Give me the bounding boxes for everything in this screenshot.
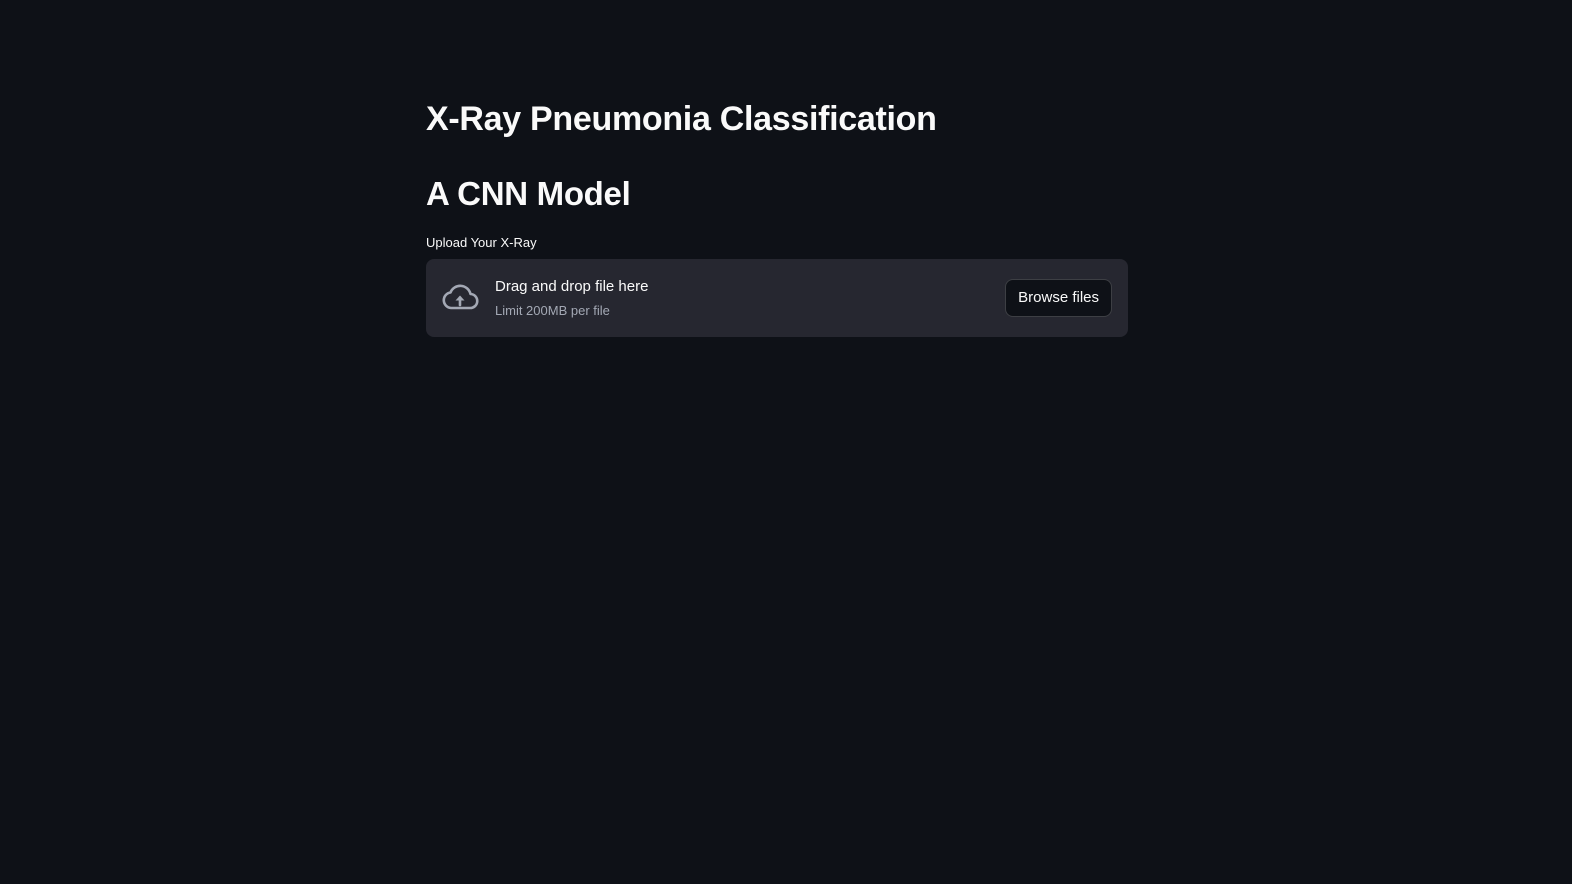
file-dropzone[interactable]: Drag and drop file here Limit 200MB per … xyxy=(426,259,1128,337)
browse-files-button[interactable]: Browse files xyxy=(1005,279,1112,317)
drag-drop-instruction: Drag and drop file here xyxy=(495,278,649,295)
page-subtitle: A CNN Model xyxy=(426,175,631,212)
file-size-limit: Limit 200MB per file xyxy=(495,303,610,318)
cloud-upload-icon xyxy=(442,284,479,310)
uploader-label: Upload Your X-Ray xyxy=(426,235,537,250)
dropzone-text: Drag and drop file here Limit 200MB per … xyxy=(495,277,648,319)
page-title: X-Ray Pneumonia Classification xyxy=(426,100,937,138)
app-container: X-Ray Pneumonia Classification A CNN Mod… xyxy=(0,0,1572,884)
